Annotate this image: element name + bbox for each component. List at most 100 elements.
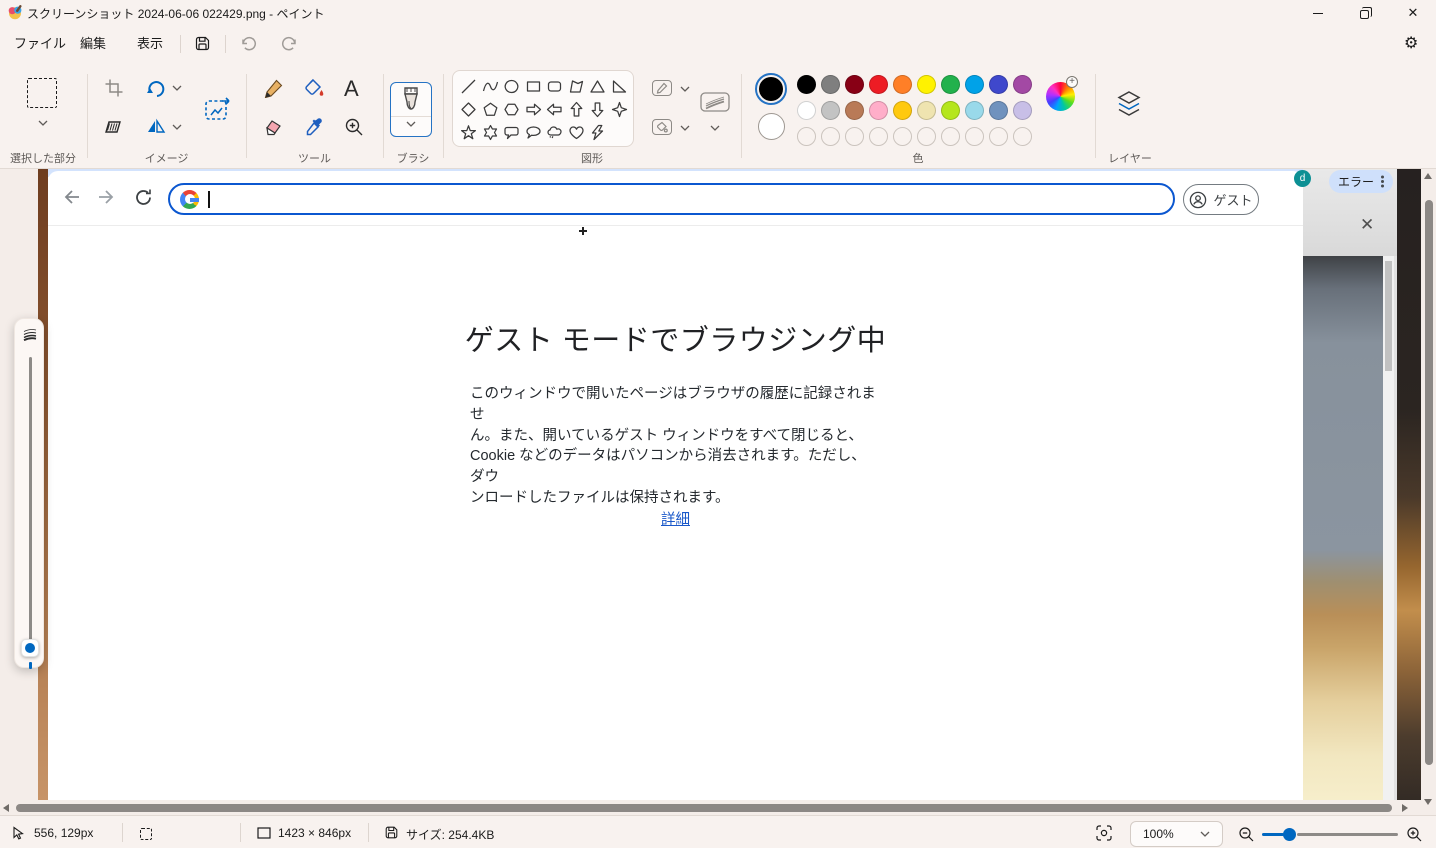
shape-fill-button[interactable] <box>652 119 672 135</box>
scroll-right-arrow-icon[interactable] <box>1402 804 1408 812</box>
palette-color-swatch[interactable] <box>965 101 984 120</box>
resize-button[interactable] <box>204 95 232 123</box>
palette-color-swatch[interactable] <box>821 75 840 94</box>
crop-button[interactable] <box>104 78 124 98</box>
shape-arrow-down-icon[interactable] <box>587 98 609 121</box>
palette-empty-slot[interactable] <box>869 127 888 146</box>
scroll-left-arrow-icon[interactable] <box>3 804 9 812</box>
close-button[interactable]: ✕ <box>1390 0 1436 26</box>
shape-ellipse-icon[interactable] <box>501 75 523 98</box>
shape-triangle-icon[interactable] <box>587 75 609 98</box>
thickness-slider-thumb[interactable] <box>21 639 39 657</box>
palette-color-swatch[interactable] <box>965 75 984 94</box>
horizontal-scrollbar[interactable] <box>0 801 1421 815</box>
save-button[interactable] <box>194 35 211 52</box>
text-tool-button[interactable]: A <box>344 76 359 102</box>
minimize-button[interactable] <box>1295 0 1341 26</box>
shape-speech-bubble-rounded-icon[interactable] <box>501 121 523 144</box>
shape-heart-icon[interactable] <box>566 121 588 144</box>
scroll-down-arrow-icon[interactable] <box>1424 799 1432 805</box>
rotate-button[interactable] <box>146 78 166 98</box>
palette-empty-slot[interactable] <box>1013 127 1032 146</box>
shape-five-point-star-icon[interactable] <box>458 121 480 144</box>
palette-color-swatch[interactable] <box>989 75 1008 94</box>
layers-button[interactable] <box>1113 90 1145 120</box>
shape-rectangle-icon[interactable] <box>523 75 545 98</box>
shape-four-point-star-icon[interactable] <box>609 98 631 121</box>
palette-color-swatch[interactable] <box>797 75 816 94</box>
menu-file[interactable]: ファイル <box>8 32 72 56</box>
palette-color-swatch[interactable] <box>821 101 840 120</box>
horizontal-scroll-thumb[interactable] <box>16 804 1392 812</box>
undo-button[interactable] <box>240 35 258 52</box>
palette-empty-slot[interactable] <box>989 127 1008 146</box>
zoom-slider-thumb[interactable] <box>1283 828 1296 841</box>
eraser-tool-button[interactable] <box>264 117 285 137</box>
selection-tool-button[interactable] <box>27 78 57 108</box>
palette-empty-slot[interactable] <box>797 127 816 146</box>
palette-color-swatch[interactable] <box>917 101 936 120</box>
zoom-level-dropdown[interactable]: 100% <box>1130 821 1223 847</box>
palette-color-swatch[interactable] <box>1013 101 1032 120</box>
chevron-down-icon[interactable] <box>680 125 690 131</box>
palette-empty-slot[interactable] <box>821 127 840 146</box>
chevron-down-icon[interactable] <box>172 85 182 91</box>
color2-selector[interactable] <box>758 113 785 140</box>
fit-to-screen-button[interactable] <box>1096 825 1112 841</box>
fill-tool-button[interactable] <box>304 78 325 98</box>
chevron-down-icon[interactable] <box>680 86 690 92</box>
palette-color-swatch[interactable] <box>869 101 888 120</box>
skew-button[interactable] <box>104 117 124 137</box>
palette-color-swatch[interactable] <box>797 101 816 120</box>
palette-color-swatch[interactable] <box>845 75 864 94</box>
shape-hexagon-icon[interactable] <box>501 98 523 121</box>
menu-edit[interactable]: 編集 <box>74 32 112 56</box>
palette-empty-slot[interactable] <box>965 127 984 146</box>
palette-empty-slot[interactable] <box>917 127 936 146</box>
shape-right-triangle-icon[interactable] <box>609 75 631 98</box>
chevron-down-icon[interactable] <box>710 125 720 131</box>
palette-color-swatch[interactable] <box>893 101 912 120</box>
thickness-slider-track[interactable] <box>29 357 32 653</box>
palette-color-swatch[interactable] <box>1013 75 1032 94</box>
vertical-scrollbar[interactable] <box>1421 169 1436 814</box>
chevron-down-icon[interactable] <box>38 120 48 126</box>
palette-color-swatch[interactable] <box>845 101 864 120</box>
redo-button[interactable] <box>280 35 298 52</box>
palette-color-swatch[interactable] <box>893 75 912 94</box>
palette-color-swatch[interactable] <box>941 101 960 120</box>
zoom-slider-filled[interactable] <box>1262 833 1284 836</box>
menu-view[interactable]: 表示 <box>131 32 169 56</box>
palette-color-swatch[interactable] <box>941 75 960 94</box>
shape-rounded-rectangle-icon[interactable] <box>544 75 566 98</box>
magnifier-tool-button[interactable] <box>344 117 364 137</box>
shape-six-point-star-icon[interactable] <box>480 121 502 144</box>
shape-line-icon[interactable] <box>458 75 480 98</box>
palette-color-swatch[interactable] <box>917 75 936 94</box>
color-picker-tool-button[interactable] <box>304 117 324 137</box>
shape-speech-bubble-oval-icon[interactable] <box>523 121 545 144</box>
shape-speech-bubble-cloud-icon[interactable] <box>544 121 566 144</box>
shape-curve-icon[interactable] <box>480 75 502 98</box>
shape-pentagon-icon[interactable] <box>480 98 502 121</box>
shape-polygon-icon[interactable] <box>566 75 588 98</box>
zoom-out-button[interactable] <box>1238 826 1254 842</box>
brush-tool-button[interactable] <box>390 82 432 137</box>
restore-button[interactable] <box>1341 0 1387 26</box>
flip-button[interactable] <box>146 117 166 137</box>
palette-empty-slot[interactable] <box>941 127 960 146</box>
zoom-in-button[interactable] <box>1406 826 1422 842</box>
shape-diamond-icon[interactable] <box>458 98 480 121</box>
chevron-down-icon[interactable] <box>406 121 416 127</box>
shape-outline-button[interactable] <box>652 80 672 96</box>
shape-arrow-right-icon[interactable] <box>523 98 545 121</box>
palette-empty-slot[interactable] <box>845 127 864 146</box>
shape-arrow-left-icon[interactable] <box>544 98 566 121</box>
scroll-up-arrow-icon[interactable] <box>1424 173 1432 179</box>
line-thickness-button[interactable] <box>700 90 730 114</box>
palette-color-swatch[interactable] <box>869 75 888 94</box>
pencil-tool-button[interactable] <box>264 78 284 98</box>
vertical-scroll-thumb[interactable] <box>1425 200 1433 765</box>
settings-button[interactable]: ⚙ <box>1404 33 1418 53</box>
palette-color-swatch[interactable] <box>989 101 1008 120</box>
